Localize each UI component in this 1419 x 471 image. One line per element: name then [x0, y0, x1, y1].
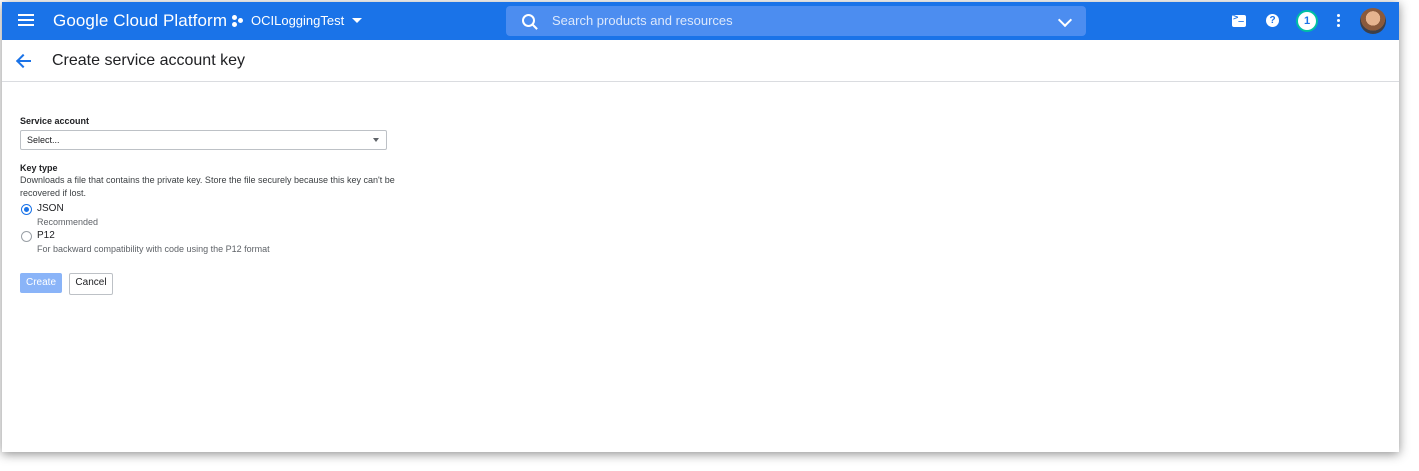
notification-icon[interactable]: 1: [1296, 10, 1318, 32]
project-selector[interactable]: OCILoggingTest: [232, 13, 363, 28]
page-header: Create service account key: [2, 40, 1399, 82]
option-p12-label[interactable]: P12: [37, 230, 55, 241]
avatar[interactable]: [1360, 8, 1386, 34]
brand-title[interactable]: Google Cloud Platform: [53, 11, 227, 31]
help-icon[interactable]: ?: [1266, 14, 1279, 27]
browser-window: Google Cloud Platform OCILoggingTest Sea…: [2, 2, 1399, 452]
project-icon: [232, 14, 246, 28]
back-arrow-icon[interactable]: [15, 53, 32, 69]
cloud-shell-icon[interactable]: [1232, 13, 1246, 27]
create-button[interactable]: Create: [20, 273, 62, 293]
hamburger-menu-icon[interactable]: [18, 12, 36, 30]
service-account-select[interactable]: Select...: [20, 130, 387, 150]
service-account-label: Service account: [20, 116, 90, 126]
service-account-value: Select...: [27, 135, 60, 145]
cancel-button[interactable]: Cancel: [69, 273, 113, 295]
key-type-description: Downloads a file that contains the priva…: [20, 175, 395, 198]
more-vert-icon[interactable]: [1337, 14, 1341, 28]
radio-json[interactable]: [21, 204, 32, 215]
project-name: OCILoggingTest: [251, 13, 345, 28]
search-icon: [522, 14, 535, 27]
search-input[interactable]: Search products and resources: [552, 13, 733, 28]
dropdown-arrow-icon: [373, 138, 379, 142]
radio-p12[interactable]: [21, 231, 32, 242]
expand-search-icon[interactable]: [1057, 12, 1073, 28]
search-bar[interactable]: Search products and resources: [506, 6, 1086, 36]
option-p12-sublabel: For backward compatibility with code usi…: [37, 244, 270, 254]
chevron-down-icon: [352, 18, 363, 23]
option-json-label[interactable]: JSON: [37, 203, 64, 214]
page-title: Create service account key: [52, 52, 245, 69]
top-app-bar: Google Cloud Platform OCILoggingTest Sea…: [2, 2, 1399, 40]
key-type-label: Key type: [20, 163, 58, 173]
option-json-sublabel: Recommended: [37, 217, 99, 227]
